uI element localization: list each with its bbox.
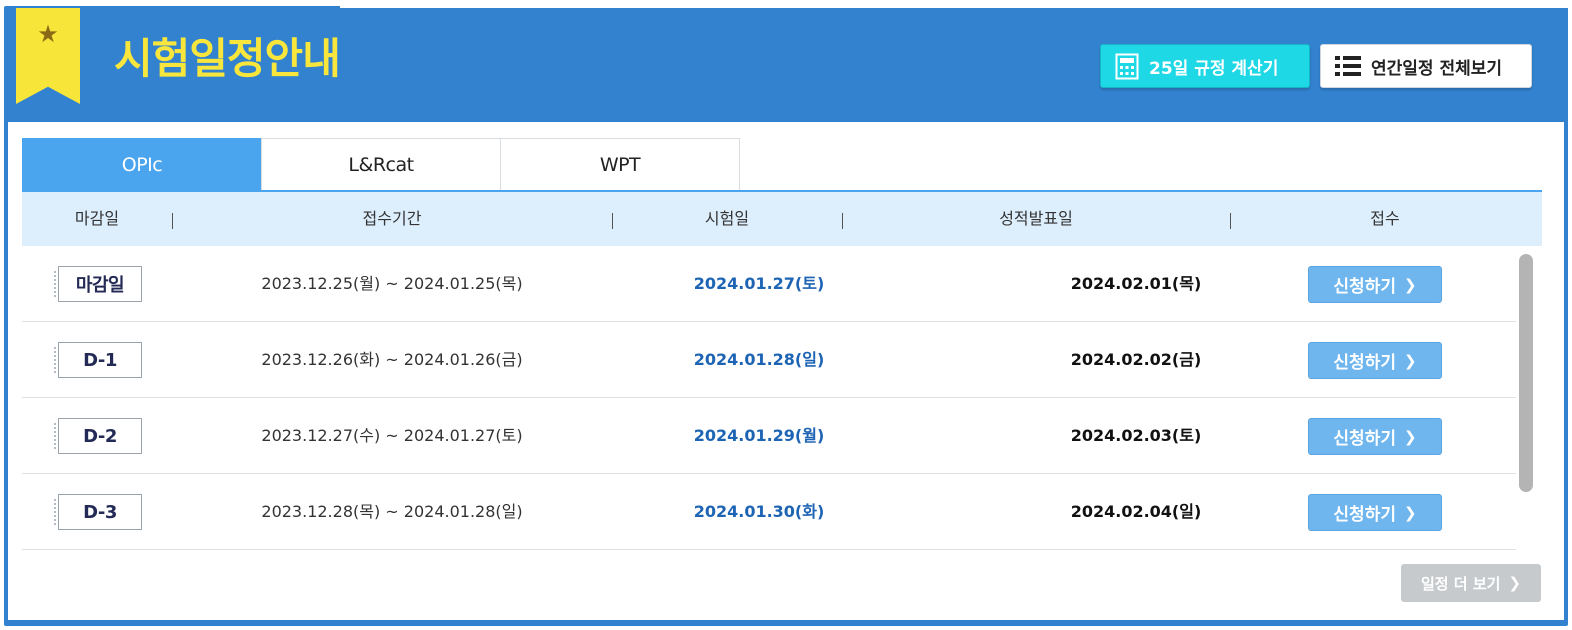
apply-button-label: 신청하기 bbox=[1333, 353, 1396, 373]
result-date: 2024.02.02(금) bbox=[1070, 350, 1202, 369]
table-row: D-1 2023.12.26(화) ~ 2024.01.26(금) 2024.0… bbox=[22, 322, 1516, 398]
registration-period: 2023.12.27(수) ~ 2024.01.27(토) bbox=[261, 426, 523, 445]
apply-button[interactable]: 신청하기 ❯ bbox=[1308, 418, 1442, 455]
result-date: 2024.02.01(목) bbox=[1070, 274, 1202, 293]
deadline-badge: 마감일 bbox=[54, 266, 142, 302]
tab-lrcat[interactable]: L&Rcat bbox=[261, 138, 501, 191]
exam-date: 2024.01.28(일) bbox=[693, 350, 825, 369]
chevron-right-icon: ❯ bbox=[1403, 427, 1417, 446]
star-icon: ★ bbox=[37, 20, 59, 48]
header-period: 접수기간 bbox=[362, 209, 422, 228]
apply-button-label: 신청하기 bbox=[1333, 277, 1396, 297]
apply-button[interactable]: 신청하기 ❯ bbox=[1308, 494, 1442, 531]
header-apply: 접수 bbox=[1370, 209, 1400, 228]
list-icon bbox=[1335, 56, 1361, 76]
deadline-badge: D-1 bbox=[54, 342, 142, 378]
schedule-content: OPIc L&Rcat WPT 마감일 접수기간 시험일 성적발표일 접수 마감… bbox=[8, 122, 1564, 620]
apply-button[interactable]: 신청하기 ❯ bbox=[1308, 342, 1442, 379]
table-row: D-3 2023.12.28(목) ~ 2024.01.28(일) 2024.0… bbox=[22, 474, 1516, 550]
deadline-badge-label: D-2 bbox=[83, 425, 117, 447]
table-body: 마감일 2023.12.25(월) ~ 2024.01.25(목) 2024.0… bbox=[22, 246, 1516, 552]
annual-schedule-button[interactable]: 연간일정 전체보기 bbox=[1320, 44, 1532, 88]
registration-period: 2023.12.28(목) ~ 2024.01.28(일) bbox=[261, 502, 523, 521]
header-exam-date: 시험일 bbox=[704, 209, 750, 228]
exam-date: 2024.01.30(화) bbox=[693, 502, 825, 521]
chevron-right-icon: ❯ bbox=[1403, 351, 1417, 370]
deadline-badge-label: D-1 bbox=[83, 349, 117, 371]
header-deadline: 마감일 bbox=[74, 209, 120, 228]
deadline-badge-label: D-3 bbox=[83, 501, 117, 523]
tab-wpt[interactable]: WPT bbox=[500, 138, 740, 191]
result-date: 2024.02.03(토) bbox=[1070, 426, 1202, 445]
deadline-badge-label: 마감일 bbox=[75, 275, 125, 296]
chevron-right-icon: ❯ bbox=[1508, 574, 1522, 592]
badge-notch bbox=[54, 271, 62, 297]
registration-period: 2023.12.25(월) ~ 2024.01.25(목) bbox=[261, 274, 523, 293]
more-schedule-label: 일정 더 보기 bbox=[1420, 574, 1501, 593]
table-scrollbar[interactable] bbox=[1516, 248, 1534, 554]
chevron-right-icon: ❯ bbox=[1403, 503, 1417, 522]
apply-button-label: 신청하기 bbox=[1333, 429, 1396, 449]
deadline-badge: D-2 bbox=[54, 418, 142, 454]
tab-opic[interactable]: OPIc bbox=[22, 138, 262, 191]
badge-notch bbox=[54, 347, 62, 373]
table-row: 마감일 2023.12.25(월) ~ 2024.01.25(목) 2024.0… bbox=[22, 246, 1516, 322]
exam-date: 2024.01.27(토) bbox=[693, 274, 825, 293]
apply-button[interactable]: 신청하기 ❯ bbox=[1308, 266, 1442, 303]
table-header: 마감일 접수기간 시험일 성적발표일 접수 bbox=[22, 190, 1542, 246]
calculator-button-label: 25일 규정 계산기 bbox=[1149, 58, 1279, 79]
deadline-badge: D-3 bbox=[54, 494, 142, 530]
annual-schedule-button-label: 연간일정 전체보기 bbox=[1371, 58, 1503, 79]
exam-tabs: OPIc L&Rcat WPT bbox=[22, 138, 740, 191]
scrollbar-thumb[interactable] bbox=[1519, 254, 1533, 492]
more-schedule-button[interactable]: 일정 더 보기 ❯ bbox=[1401, 564, 1541, 602]
top-gap bbox=[340, 0, 1572, 8]
table-row: D-2 2023.12.27(수) ~ 2024.01.27(토) 2024.0… bbox=[22, 398, 1516, 474]
registration-period: 2023.12.26(화) ~ 2024.01.26(금) bbox=[261, 350, 523, 369]
page-title: 시험일정안내 bbox=[114, 34, 341, 83]
exam-date: 2024.01.29(월) bbox=[693, 426, 825, 445]
apply-button-label: 신청하기 bbox=[1333, 505, 1396, 525]
result-date: 2024.02.04(일) bbox=[1070, 502, 1202, 521]
chevron-right-icon: ❯ bbox=[1403, 275, 1417, 294]
badge-notch bbox=[54, 499, 62, 525]
calculator-button[interactable]: 25일 규정 계산기 bbox=[1100, 44, 1310, 88]
calculator-icon bbox=[1115, 53, 1139, 79]
header-result-date: 성적발표일 bbox=[999, 209, 1073, 228]
badge-notch bbox=[54, 423, 62, 449]
